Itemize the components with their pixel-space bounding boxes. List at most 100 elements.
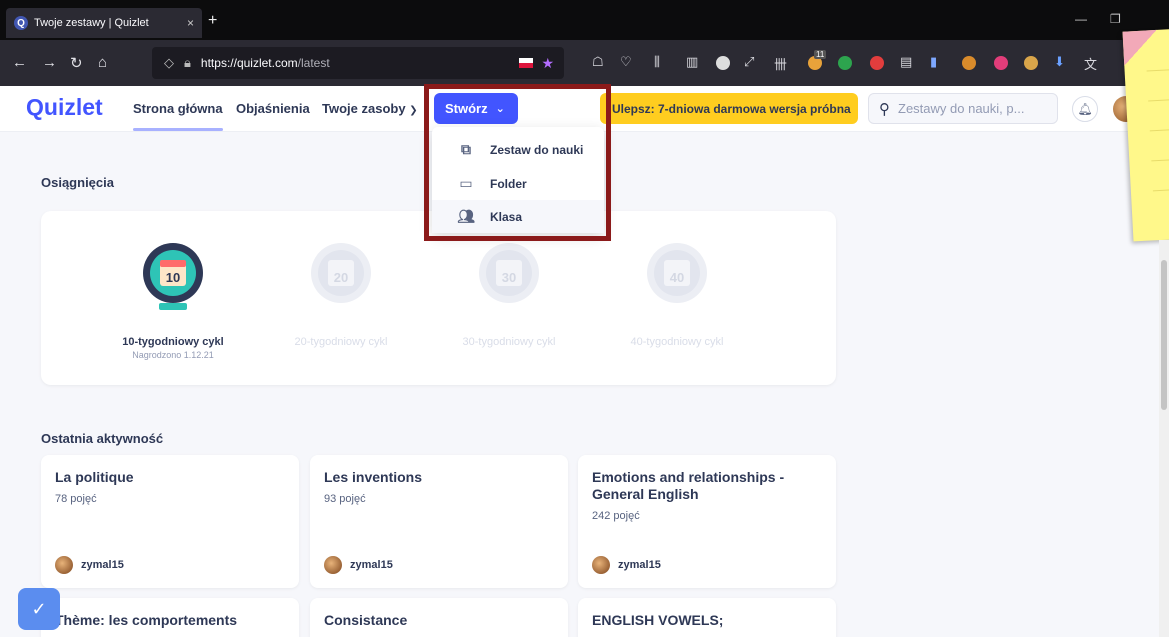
- medal-number: 10: [166, 270, 180, 285]
- page-scrollbar[interactable]: [1159, 240, 1169, 637]
- achievement-name: 30-tygodniowy cykl: [462, 336, 556, 348]
- set-author[interactable]: zymal15: [55, 556, 124, 574]
- author-avatar: [592, 556, 610, 574]
- browser-tab-bar: Q Twoje zestawy | Quizlet × + — ❐: [0, 0, 1169, 40]
- forward-icon[interactable]: →: [42, 54, 57, 71]
- quizlet-logo[interactable]: Quizlet: [26, 94, 103, 121]
- author-name: zymal15: [618, 559, 661, 571]
- url-bar[interactable]: ◇ 🔒︎ https://quizlet.com/latest ★: [152, 47, 564, 79]
- download-icon[interactable]: ⬇: [1054, 54, 1065, 70]
- library-icon[interactable]: ⫼: [654, 54, 660, 70]
- achievement-item[interactable]: 10 10-tygodniowy cykl Nagrodzono 1.12.21: [93, 237, 253, 360]
- browser-nav-bar: ← → ↻ ⌂ ◇ 🔒︎ https://quizlet.com/latest …: [0, 40, 1169, 86]
- sidebar-icon[interactable]: ▥: [686, 54, 698, 70]
- locked-medal-icon: 30: [479, 243, 539, 303]
- translate-icon[interactable]: 文: [1084, 54, 1097, 73]
- quizlet-favicon-icon: Q: [14, 16, 28, 30]
- set-author[interactable]: zymal15: [324, 556, 393, 574]
- medal-number: 30: [502, 270, 516, 285]
- extension-badge: 11: [814, 50, 827, 59]
- upgrade-button[interactable]: Ulepsz: 7-dniowa darmowa wersja próbna: [600, 93, 858, 124]
- expand-icon[interactable]: ⤢: [744, 54, 754, 70]
- study-set-card[interactable]: La politique 78 pojęć zymal15: [41, 455, 299, 588]
- recent-activity-title: Ostatnia aktywność: [41, 431, 164, 446]
- study-set-card[interactable]: Consistance: [310, 598, 568, 637]
- achievement-item[interactable]: 40 40-tygodniowy cykl: [597, 237, 757, 348]
- url-host: https://quizlet.com: [200, 56, 298, 70]
- author-name: zymal15: [81, 559, 124, 571]
- reader-icon[interactable]: ☖: [592, 54, 604, 70]
- extension-grid-icon[interactable]: 卌: [774, 54, 787, 73]
- shield-tracking-icon: ◇: [164, 55, 174, 70]
- achievement-date: Nagrodzono 1.12.21: [132, 350, 214, 360]
- set-title: Les inventions: [324, 469, 423, 485]
- set-term-count: 242 pojęć: [592, 510, 640, 522]
- url-path: /latest: [297, 56, 330, 70]
- notifications-bell-icon[interactable]: 🔔︎: [1072, 96, 1098, 122]
- achievement-name: 20-tygodniowy cykl: [294, 336, 388, 348]
- set-term-count: 78 pojęć: [55, 493, 97, 505]
- extension-camera-icon[interactable]: [994, 56, 1008, 70]
- sticky-fold: [1122, 29, 1159, 66]
- extension-hand-icon[interactable]: [1024, 56, 1038, 70]
- search-input[interactable]: ⚲ Zestawy do nauki, p...: [868, 93, 1058, 124]
- extension-red-icon[interactable]: [870, 56, 884, 70]
- medal-number: 20: [334, 270, 348, 285]
- extension-bear-icon[interactable]: [962, 56, 976, 70]
- tab-close-icon[interactable]: ×: [187, 16, 194, 30]
- sticky-line: [1152, 188, 1169, 192]
- sticky-line: [1146, 68, 1169, 72]
- achievements-title: Osiągnięcia: [41, 175, 114, 190]
- minimize-icon[interactable]: —: [1075, 12, 1087, 26]
- bookmark-star-icon[interactable]: ★: [541, 55, 554, 72]
- medal-number: 40: [670, 270, 684, 285]
- set-title: Consistance: [324, 612, 408, 628]
- extension-blue-icon[interactable]: ▮: [930, 54, 937, 70]
- maximize-icon[interactable]: ❐: [1110, 12, 1121, 26]
- nav-home[interactable]: Strona główna: [133, 101, 223, 131]
- annotation-highlight-box: [424, 84, 611, 241]
- translate-flag-icon[interactable]: [519, 58, 534, 68]
- locked-medal-icon: 20: [311, 243, 371, 303]
- study-set-card[interactable]: Les inventions 93 pojęć zymal15: [310, 455, 568, 588]
- search-icon: ⚲: [879, 100, 890, 118]
- achievement-item[interactable]: 30 30-tygodniowy cykl: [429, 237, 589, 348]
- browser-tab[interactable]: Q Twoje zestawy | Quizlet ×: [6, 8, 202, 38]
- extension-save-icon[interactable]: ▤: [900, 54, 912, 70]
- study-set-card[interactable]: ENGLISH VOWELS;: [578, 598, 836, 637]
- locked-medal-icon: 40: [647, 243, 707, 303]
- chevron-down-icon: ❯: [409, 105, 418, 116]
- nav-explanations[interactable]: Objaśnienia: [236, 101, 310, 116]
- new-tab-button[interactable]: +: [208, 12, 217, 30]
- extension-m-icon[interactable]: [716, 56, 730, 70]
- back-icon[interactable]: ←: [12, 54, 27, 71]
- nav-your-resources[interactable]: Twoje zasoby ❯: [322, 101, 418, 116]
- set-title: La politique: [55, 469, 134, 485]
- study-set-card[interactable]: Thème: les comportements: [41, 598, 299, 637]
- set-title: ENGLISH VOWELS;: [592, 612, 724, 628]
- sticky-line: [1151, 158, 1169, 162]
- author-name: zymal15: [350, 559, 393, 571]
- achievement-item[interactable]: 20 20-tygodniowy cykl: [261, 237, 421, 348]
- author-avatar: [324, 556, 342, 574]
- tab-title: Twoje zestawy | Quizlet: [34, 17, 149, 29]
- sticky-note[interactable]: [1122, 28, 1169, 242]
- privacy-shield-icon[interactable]: ✓: [18, 588, 60, 630]
- reload-icon[interactable]: ↻: [70, 54, 83, 72]
- study-set-card[interactable]: Emotions and relationships - General Eng…: [578, 455, 836, 588]
- search-placeholder: Zestawy do nauki, p...: [898, 101, 1025, 116]
- nav-your-resources-label: Twoje zasoby: [322, 101, 406, 116]
- set-term-count: 93 pojęć: [324, 493, 366, 505]
- achievement-name: 40-tygodniowy cykl: [630, 336, 724, 348]
- scrollbar-thumb[interactable]: [1161, 260, 1167, 410]
- trophy-medal-icon: 10: [143, 243, 203, 310]
- screen: Q Twoje zestawy | Quizlet × + — ❐ ← → ↻ …: [0, 0, 1169, 637]
- pocket-icon[interactable]: ♡: [620, 54, 632, 70]
- lock-icon: 🔒︎: [184, 55, 191, 70]
- extension-green-icon[interactable]: [838, 56, 852, 70]
- set-author[interactable]: zymal15: [592, 556, 661, 574]
- home-icon[interactable]: ⌂: [98, 54, 107, 71]
- sticky-line: [1148, 98, 1169, 102]
- set-title: Thème: les comportements: [55, 612, 238, 628]
- sticky-line: [1149, 128, 1169, 132]
